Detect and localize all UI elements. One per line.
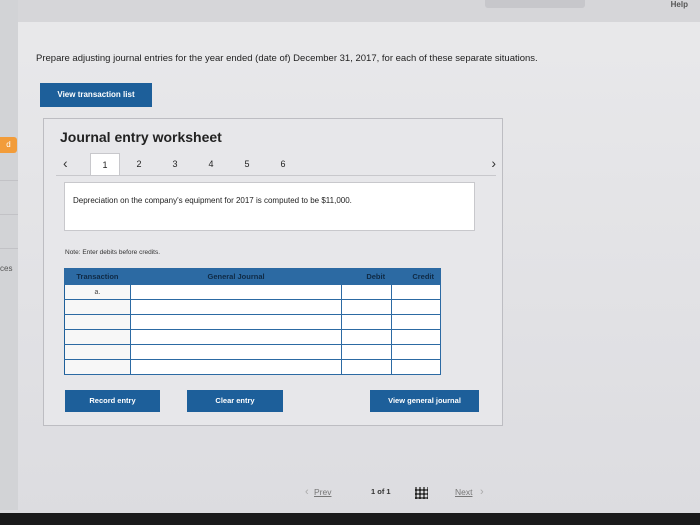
clear-entry-button[interactable]: Clear entry <box>187 390 283 412</box>
credit-input[interactable] <box>391 299 441 315</box>
table-row <box>64 359 441 375</box>
worksheet-tabs: ‹ 1 2 3 4 5 6 › <box>56 153 496 175</box>
table-row <box>64 344 441 360</box>
debit-input[interactable] <box>341 284 393 300</box>
debit-input[interactable] <box>341 314 393 330</box>
transaction-cell: a. <box>64 284 131 300</box>
journal-table: Transaction General Journal Debit Credit… <box>64 268 441 375</box>
sidebar-tab-label: d <box>6 140 11 149</box>
tab-next-chevron-icon[interactable]: › <box>491 155 496 171</box>
sidebar-tab[interactable]: d <box>0 137 17 153</box>
tab-divider <box>56 175 496 176</box>
prev-chevron-icon: ‹ <box>305 486 309 498</box>
debit-input[interactable] <box>341 344 393 360</box>
note-text: Note: Enter debits before credits. <box>65 249 161 256</box>
account-input[interactable] <box>129 284 343 300</box>
table-row: a. <box>64 284 441 300</box>
top-bar <box>18 0 700 22</box>
credit-input[interactable] <box>391 284 441 300</box>
next-link[interactable]: Next <box>455 487 472 497</box>
table-row <box>64 299 441 315</box>
credit-input[interactable] <box>391 329 441 345</box>
tab-2[interactable]: 2 <box>124 153 154 175</box>
debit-input[interactable] <box>341 329 393 345</box>
transaction-cell <box>64 299 131 315</box>
table-row <box>64 329 441 345</box>
sidebar-divider <box>0 214 18 215</box>
sidebar-divider <box>0 180 18 181</box>
account-input[interactable] <box>129 359 343 375</box>
instructions-text: Prepare adjusting journal entries for th… <box>36 53 538 64</box>
account-input[interactable] <box>129 299 343 315</box>
header-debit: Debit <box>341 268 393 285</box>
account-input[interactable] <box>129 344 343 360</box>
prev-link[interactable]: Prev <box>314 487 331 497</box>
view-general-journal-button[interactable]: View general journal <box>370 390 479 412</box>
page-indicator: 1 of 1 <box>371 487 391 496</box>
sidebar-divider <box>0 248 18 249</box>
transaction-cell <box>64 344 131 360</box>
debit-input[interactable] <box>341 359 393 375</box>
table-row <box>64 314 441 330</box>
next-chevron-icon: › <box>480 486 484 498</box>
sidebar-partial-text: ces <box>0 264 13 273</box>
description-text: Depreciation on the company's equipment … <box>73 196 352 205</box>
transaction-cell <box>64 359 131 375</box>
left-sidebar-strip: d ces <box>0 0 18 510</box>
record-entry-button[interactable]: Record entry <box>65 390 160 412</box>
tab-1[interactable]: 1 <box>90 153 120 175</box>
transaction-cell <box>64 314 131 330</box>
tab-3[interactable]: 3 <box>160 153 190 175</box>
journal-entry-worksheet: Journal entry worksheet ‹ 1 2 3 4 5 6 › … <box>43 118 503 426</box>
header-general-journal: General Journal <box>129 268 343 285</box>
account-input[interactable] <box>129 329 343 345</box>
transaction-description: Depreciation on the company's equipment … <box>64 182 475 231</box>
credit-input[interactable] <box>391 344 441 360</box>
help-link[interactable]: Help <box>671 0 688 9</box>
tab-5[interactable]: 5 <box>232 153 262 175</box>
header-credit: Credit <box>391 268 441 285</box>
grid-icon[interactable] <box>415 487 428 499</box>
transaction-cell <box>64 329 131 345</box>
tab-prev-chevron-icon[interactable]: ‹ <box>63 155 68 171</box>
account-input[interactable] <box>129 314 343 330</box>
debit-input[interactable] <box>341 299 393 315</box>
screen-bezel <box>0 513 700 525</box>
pagination: ‹ Prev 1 of 1 Next › <box>305 486 505 503</box>
tab-4[interactable]: 4 <box>196 153 226 175</box>
tab-6[interactable]: 6 <box>268 153 298 175</box>
header-transaction: Transaction <box>64 268 131 285</box>
worksheet-title: Journal entry worksheet <box>60 129 222 145</box>
table-header-row: Transaction General Journal Debit Credit <box>64 268 441 285</box>
top-bar-button[interactable] <box>485 0 585 8</box>
view-transaction-list-button[interactable]: View transaction list <box>40 83 152 107</box>
credit-input[interactable] <box>391 359 441 375</box>
credit-input[interactable] <box>391 314 441 330</box>
